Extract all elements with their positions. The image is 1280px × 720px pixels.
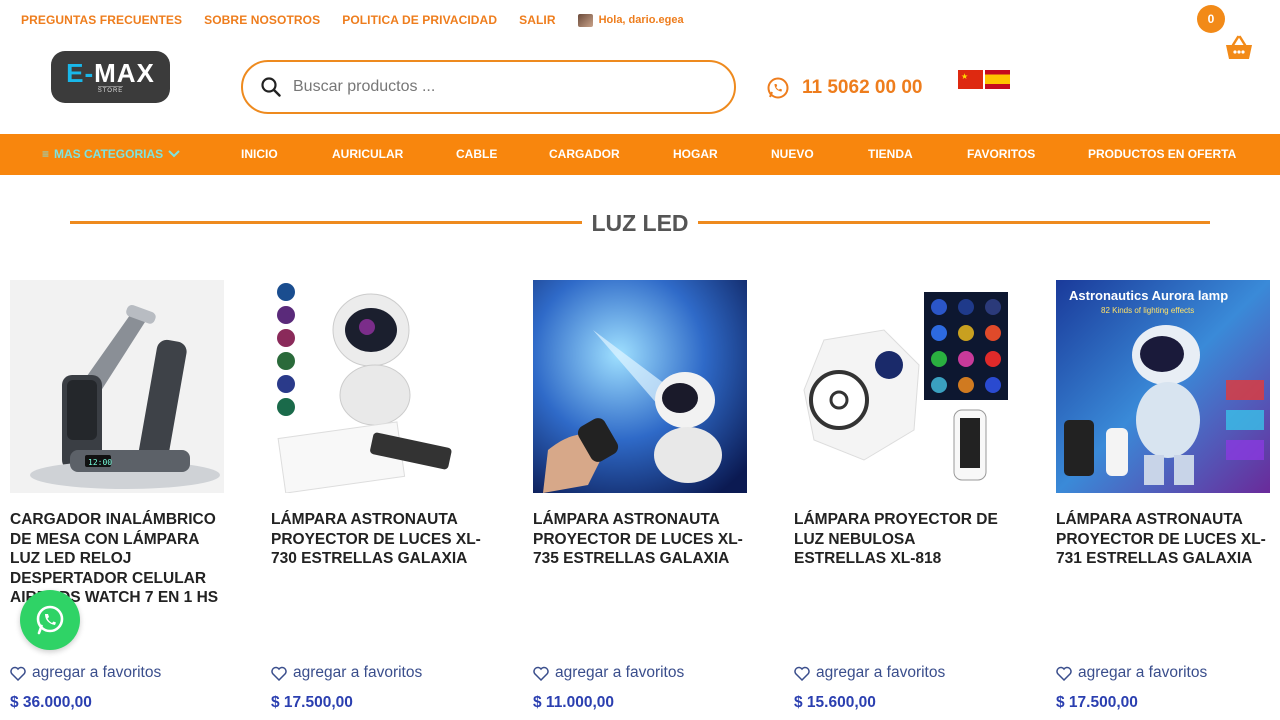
- product-image[interactable]: [794, 280, 1008, 493]
- whatsapp-chat-button[interactable]: [20, 590, 80, 650]
- favorite-button[interactable]: agregar a favoritos: [1056, 664, 1207, 682]
- categories-label: MAS CATEGORIAS: [54, 147, 164, 161]
- whatsapp-icon: [36, 605, 64, 635]
- top-links: PREGUNTAS FRECUENTES SOBRE NOSOTROS POLI…: [21, 13, 684, 27]
- whatsapp-icon: [767, 77, 789, 99]
- product-card[interactable]: LÁMPARA PROYECTOR DE LUZ NEBULOSA ESTREL…: [794, 280, 1008, 569]
- menu-icon: ≡: [42, 147, 50, 161]
- product-price: $ 36.000,00: [10, 694, 92, 711]
- image-title: Astronautics Aurora lamp: [1069, 288, 1228, 303]
- nav-item-auricular[interactable]: AURICULAR: [332, 147, 403, 161]
- nav-item-nuevo[interactable]: NUEVO: [771, 147, 814, 161]
- china-flag-icon[interactable]: ★: [958, 70, 983, 89]
- heart-icon: [533, 666, 549, 681]
- favorite-label: agregar a favoritos: [816, 664, 946, 681]
- product-name[interactable]: LÁMPARA ASTRONAUTA PROYECTOR DE LUCES XL…: [271, 510, 485, 569]
- about-link[interactable]: SOBRE NOSOTROS: [204, 13, 320, 27]
- product-price: $ 15.600,00: [794, 694, 876, 711]
- cart-count-badge: 0: [1197, 5, 1225, 33]
- nav-item-tienda[interactable]: TIENDA: [868, 147, 913, 161]
- divider: [698, 221, 1210, 224]
- phone-contact[interactable]: 11 5062 00 00: [766, 76, 922, 100]
- logo-text: E-MAX: [66, 57, 155, 88]
- nav-item-hogar[interactable]: HOGAR: [673, 147, 718, 161]
- phone-number: 11 5062 00 00: [802, 77, 923, 98]
- main-nav: ≡ MAS CATEGORIAS INICIO AURICULAR CABLE …: [0, 134, 1280, 175]
- privacy-link[interactable]: POLITICA DE PRIVACIDAD: [342, 13, 497, 27]
- favorite-label: agregar a favoritos: [32, 664, 162, 681]
- store-logo[interactable]: E-MAX STORE: [51, 51, 170, 103]
- greeting-text: Hola, dario.egea: [598, 14, 684, 26]
- nav-item-favoritos[interactable]: FAVORITOS: [967, 147, 1035, 161]
- cart-button[interactable]: 0: [1197, 5, 1257, 65]
- product-name[interactable]: LÁMPARA ASTRONAUTA PROYECTOR DE LUCES XL…: [1056, 510, 1270, 569]
- favorite-button[interactable]: agregar a favoritos: [533, 664, 684, 682]
- faq-link[interactable]: PREGUNTAS FRECUENTES: [21, 13, 182, 27]
- language-selector: ★: [958, 70, 1010, 89]
- product-card[interactable]: LÁMPARA ASTRONAUTA PROYECTOR DE LUCES XL…: [271, 280, 485, 569]
- avatar: [577, 13, 593, 27]
- product-name[interactable]: LÁMPARA PROYECTOR DE LUZ NEBULOSA ESTREL…: [794, 510, 1008, 569]
- section-header: LUZ LED: [0, 208, 1280, 238]
- svg-text:12:00: 12:00: [88, 458, 112, 467]
- product-price: $ 17.500,00: [1056, 694, 1138, 711]
- logo-subtitle: STORE: [97, 85, 124, 94]
- product-image[interactable]: Astronautics Aurora lamp 82 Kinds of lig…: [1056, 280, 1270, 493]
- logout-link[interactable]: SALIR: [519, 13, 556, 27]
- product-name[interactable]: LÁMPARA ASTRONAUTA PROYECTOR DE LUCES XL…: [533, 510, 747, 569]
- top-bar: PREGUNTAS FRECUENTES SOBRE NOSOTROS POLI…: [0, 0, 1280, 40]
- favorite-button[interactable]: agregar a favoritos: [271, 664, 422, 682]
- favorite-label: agregar a favoritos: [293, 664, 423, 681]
- chevron-down-icon: [168, 150, 180, 158]
- search-icon[interactable]: [261, 77, 281, 97]
- spain-flag-icon[interactable]: [985, 70, 1010, 89]
- basket-icon: [1226, 35, 1252, 59]
- favorite-label: agregar a favoritos: [555, 664, 685, 681]
- heart-icon: [794, 666, 810, 681]
- product-price: $ 17.500,00: [271, 694, 353, 711]
- product-price: $ 11.000,00: [533, 694, 615, 711]
- product-image[interactable]: [533, 280, 747, 493]
- heart-icon: [271, 666, 287, 681]
- favorite-button[interactable]: agregar a favoritos: [794, 664, 945, 682]
- product-image[interactable]: [271, 280, 485, 493]
- nav-item-cargador[interactable]: CARGADOR: [549, 147, 620, 161]
- user-greeting[interactable]: Hola, dario.egea: [577, 13, 684, 27]
- search-bar: [241, 60, 736, 114]
- search-input[interactable]: [293, 78, 693, 96]
- heart-icon: [1056, 666, 1072, 681]
- favorite-label: agregar a favoritos: [1078, 664, 1208, 681]
- favorite-button[interactable]: agregar a favoritos: [10, 664, 161, 682]
- product-card[interactable]: Astronautics Aurora lamp 82 Kinds of lig…: [1056, 280, 1270, 569]
- product-image[interactable]: 12:00: [10, 280, 224, 493]
- nav-item-inicio[interactable]: INICIO: [241, 147, 278, 161]
- product-card[interactable]: 12:00 CARGADOR INALÁMBRICO DE MESA CON L…: [10, 280, 224, 608]
- product-card[interactable]: LÁMPARA ASTRONAUTA PROYECTOR DE LUCES XL…: [533, 280, 747, 569]
- nav-item-ofertas[interactable]: PRODUCTOS EN OFERTA: [1088, 147, 1236, 161]
- heart-icon: [10, 666, 26, 681]
- image-subtitle: 82 Kinds of lighting effects: [1101, 306, 1194, 315]
- nav-item-cable[interactable]: CABLE: [456, 147, 497, 161]
- categories-dropdown[interactable]: ≡ MAS CATEGORIAS: [42, 147, 180, 161]
